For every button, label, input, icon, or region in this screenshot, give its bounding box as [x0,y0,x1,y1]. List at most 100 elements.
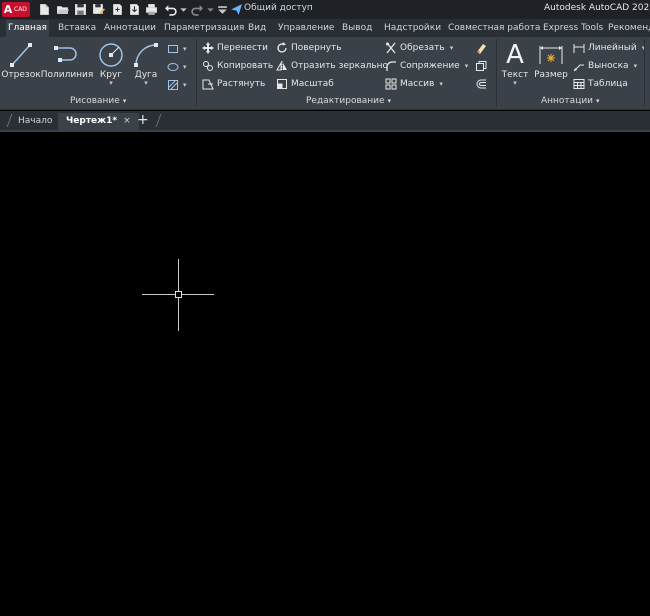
open-web-icon[interactable] [110,2,124,16]
panel-divider [496,39,497,107]
array-dropdown-icon[interactable]: ▾ [439,80,443,88]
new-file-icon[interactable] [37,2,51,16]
save-icon[interactable] [73,2,87,16]
leader-button[interactable]: Выноска ▾ [572,59,637,73]
tab-collaborate[interactable]: Совместная работа [446,20,542,37]
dimension-label: Размер [534,70,568,80]
arc-icon [134,43,158,67]
line-button[interactable]: Отрезок [1,40,41,80]
scale-icon [275,78,288,91]
file-tab-start[interactable]: Начало [18,113,52,130]
linear-dimension-button[interactable]: Линейный ▾ [572,41,645,55]
rotate-icon [275,42,288,55]
undo-icon[interactable] [163,2,177,16]
draw-panel-title[interactable]: Рисование ▾ [70,96,126,106]
tab-view[interactable]: Вид [246,20,268,37]
linear-dimension-icon [572,42,585,55]
undo-dropdown-icon[interactable] [176,2,190,16]
title-bar: A CAD Общий доступ Autodesk AutoCAD 2023… [0,0,650,19]
circle-button[interactable]: Круг ▾ [96,40,126,87]
tab-manage[interactable]: Управление [276,20,336,37]
array-button[interactable]: Массив ▾ [384,77,443,91]
modify-panel-expand-icon: ▾ [387,97,392,105]
logo-subtext: CAD [14,6,27,13]
close-tab-icon[interactable]: × [123,116,131,126]
line-icon [10,43,32,67]
hatch-button[interactable]: ▾ [166,78,187,92]
table-icon [572,78,585,91]
ellipse-dropdown-icon[interactable]: ▾ [183,63,187,71]
draw-panel-label: Рисование [70,96,120,106]
linear-dimension-label: Линейный [588,43,637,53]
offset-button[interactable] [474,77,490,91]
modify-panel-title[interactable]: Редактирование ▾ [306,96,391,106]
rotate-button[interactable]: Повернуть [275,41,342,55]
mirror-button[interactable]: Отразить зеркально [275,59,388,73]
share-icon[interactable] [229,2,243,16]
print-icon[interactable] [144,2,158,16]
table-button[interactable]: Таблица [572,77,628,91]
rotate-label: Повернуть [291,43,342,53]
redo-icon[interactable] [190,2,204,16]
tab-annotate[interactable]: Аннотации [102,20,158,37]
arc-button[interactable]: Дуга ▾ [132,40,160,87]
new-tab-icon[interactable]: + [137,112,149,129]
tab-home[interactable]: Главная [6,20,49,37]
save-as-icon[interactable] [91,2,105,16]
share-label[interactable]: Общий доступ [244,3,313,13]
drawing-canvas[interactable] [0,132,650,616]
polyline-label: Полилиния [40,70,94,80]
erase-button[interactable] [474,41,490,55]
tab-insert[interactable]: Вставка [56,20,98,37]
annotation-panel-title[interactable]: Аннотации ▾ [541,96,600,106]
tab-express-tools[interactable]: Express Tools [541,20,605,37]
tab-divider [6,114,13,127]
copy-label: Копировать [217,61,274,71]
annotation-panel-expand-icon: ▾ [596,97,600,105]
circle-dropdown-icon[interactable]: ▾ [109,80,113,87]
modify-panel-label: Редактирование [306,96,385,106]
open-file-icon[interactable] [55,2,69,16]
fillet-dropdown-icon[interactable]: ▾ [465,62,469,70]
polyline-icon [54,46,77,62]
copy-button[interactable]: Копировать [201,59,273,73]
scale-label: Масштаб [291,79,334,89]
tab-featured[interactable]: Рекоменд [606,20,650,37]
trim-button[interactable]: Обрезать ▾ [384,41,453,55]
text-icon: A [506,40,524,70]
move-icon [201,42,214,55]
explode-button[interactable] [474,59,490,73]
rectangle-button[interactable]: ▾ [166,42,187,56]
polyline-button[interactable]: Полилиния [40,40,94,80]
mirror-label: Отразить зеркально [291,61,389,71]
leader-dropdown-icon[interactable]: ▾ [634,62,638,70]
text-button[interactable]: A Текст ▾ [500,40,530,87]
tab-addins[interactable]: Надстройки [382,20,443,37]
ellipse-button[interactable]: ▾ [166,60,187,74]
scale-button[interactable]: Масштаб [275,77,334,91]
trim-dropdown-icon[interactable]: ▾ [450,44,454,52]
ribbon: Отрезок Полилиния Круг ▾ Дуга ▾ ▾ ▾ ▾ Ри… [0,37,650,110]
rectangle-icon [166,43,179,56]
leader-label: Выноска [588,61,629,71]
dimension-button[interactable]: Размер [534,40,568,80]
autocad-logo[interactable]: A CAD [2,2,30,17]
move-button[interactable]: Перенести [201,41,268,55]
ellipse-icon [166,61,179,74]
circle-icon [99,43,123,67]
rectangle-dropdown-icon[interactable]: ▾ [183,45,187,53]
tab-parametric[interactable]: Параметризация [162,20,246,37]
file-tab-drawing1[interactable]: Чертеж1* × [58,113,139,130]
offset-icon [474,78,487,91]
arc-dropdown-icon[interactable]: ▾ [144,80,148,87]
file-tab-drawing1-label: Чертеж1* [66,116,118,126]
text-dropdown-icon[interactable]: ▾ [513,80,517,87]
customize-quick-access-icon[interactable] [215,2,229,16]
fillet-icon [384,60,397,73]
panel-divider [196,39,197,107]
tab-output[interactable]: Вывод [340,20,374,37]
stretch-button[interactable]: Растянуть [201,77,265,91]
fillet-button[interactable]: Сопряжение ▾ [384,59,468,73]
save-web-icon[interactable] [127,2,141,16]
hatch-dropdown-icon[interactable]: ▾ [183,81,187,89]
